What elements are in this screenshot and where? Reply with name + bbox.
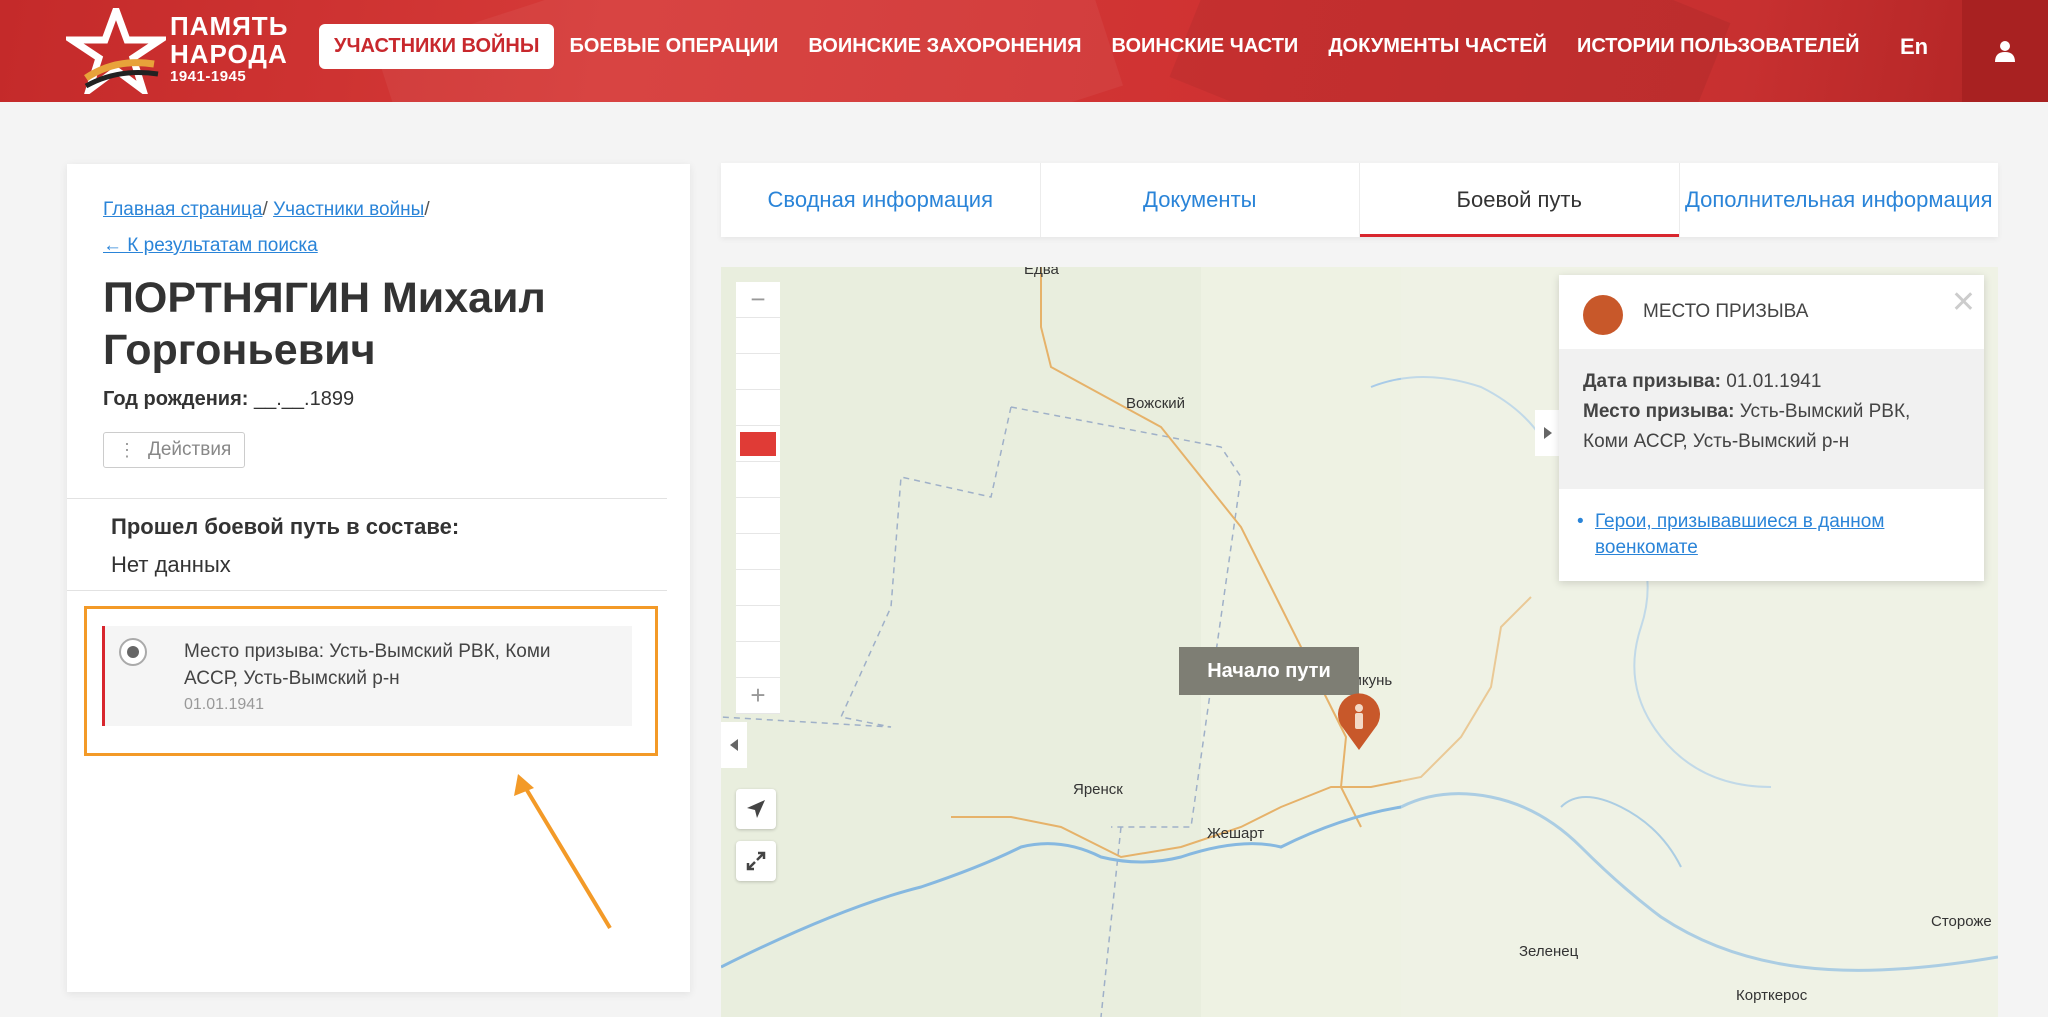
zoom-level-step[interactable] <box>736 498 780 534</box>
popup-header: МЕСТО ПРИЗЫВА ✕ <box>1559 275 1984 349</box>
heroes-same-commissariat-link[interactable]: Герои, призывавшиеся в данном военкомате <box>1595 509 1961 561</box>
town-label: Яренск <box>1073 781 1123 798</box>
user-icon <box>1995 41 2015 62</box>
chevron-right-icon <box>1544 427 1552 439</box>
collapse-popup-button[interactable] <box>1535 410 1561 456</box>
tab-additional-info[interactable]: Дополнительная информация <box>1680 163 1999 237</box>
divider <box>67 590 667 591</box>
zoom-out-button[interactable]: − <box>736 282 780 318</box>
path-start-label: Начало пути <box>1179 647 1359 695</box>
language-switch[interactable]: En <box>1900 34 1928 60</box>
map-marker-icon[interactable] <box>1335 690 1383 752</box>
zoom-level-step[interactable] <box>736 642 780 678</box>
back-to-results-link[interactable]: ← К результатам поиска <box>103 235 318 256</box>
nav-user-stories[interactable]: ИСТОРИИ ПОЛЬЗОВАТЕЛЕЙ <box>1562 24 1875 69</box>
zoom-level-step[interactable] <box>736 462 780 498</box>
breadcrumb-participants-link[interactable]: Участники войны <box>273 199 424 220</box>
expand-icon <box>746 851 766 871</box>
actions-label: Действия <box>148 439 232 460</box>
draft-place-row: Место призыва: Усть-Вымский РВК, Коми АС… <box>1583 397 1960 457</box>
combat-path-title: Прошел боевой путь в составе: <box>111 514 460 539</box>
birth-label: Год рождения: <box>103 388 249 410</box>
person-tabs: Сводная информация Документы Боевой путь… <box>721 163 1998 237</box>
combat-path-value: Нет данных <box>111 552 231 577</box>
popup-details: Дата призыва: 01.01.1941 Место призыва: … <box>1559 349 1984 489</box>
nav-units[interactable]: ВОИНСКИЕ ЧАСТИ <box>1097 24 1314 69</box>
fullscreen-button[interactable] <box>736 841 776 881</box>
town-label: Корткерос <box>1736 987 1808 1004</box>
zoom-control: − + <box>736 282 780 714</box>
town-label: Зеленец <box>1519 943 1579 960</box>
breadcrumb-separator: / <box>262 199 274 220</box>
zoom-in-button[interactable]: + <box>736 678 780 714</box>
kebab-menu-icon: ⋮ <box>118 439 136 460</box>
main-nav: УЧАСТНИКИ ВОЙНЫ БОЕВЫЕ ОПЕРАЦИИ ВОИНСКИЕ… <box>319 24 1875 69</box>
logo-text: ПАМЯТЬ НАРОДА <box>170 12 288 68</box>
divider <box>67 498 667 499</box>
soldier-icon <box>1583 295 1623 335</box>
zoom-level-step[interactable] <box>736 570 780 606</box>
birth-year: Год рождения: __.__.1899 <box>103 388 354 411</box>
annotation-arrow-icon <box>514 774 612 930</box>
logo-years: 1941-1945 <box>170 68 247 85</box>
event-date: 01.01.1941 <box>184 696 265 713</box>
zoom-level-step[interactable] <box>736 534 780 570</box>
user-account-button[interactable] <box>1962 0 2048 102</box>
locate-button[interactable] <box>736 789 776 829</box>
event-radio[interactable] <box>119 638 147 666</box>
birth-value: __.__.1899 <box>253 388 355 410</box>
logo-line1: ПАМЯТЬ <box>170 11 289 41</box>
actions-button[interactable]: ⋮ Действия <box>103 432 245 468</box>
zoom-level-step[interactable] <box>736 606 780 642</box>
town-label: Едва <box>1024 267 1059 278</box>
event-text: Место призыва: Усть-Вымский РВК, Коми АС… <box>184 641 551 689</box>
popup-links: • Герои, призывавшиеся в данном военкома… <box>1577 509 1961 561</box>
tab-documents[interactable]: Документы <box>1041 163 1360 237</box>
tab-combat-path[interactable]: Боевой путь <box>1360 163 1680 237</box>
zoom-level-step[interactable] <box>736 390 780 426</box>
nav-unit-documents[interactable]: ДОКУМЕНТЫ ЧАСТЕЙ <box>1313 24 1562 69</box>
nav-burials[interactable]: ВОИНСКИЕ ЗАХОРОНЕНИЯ <box>793 24 1096 69</box>
draft-date-value: 01.01.1941 <box>1726 371 1822 392</box>
close-icon[interactable]: ✕ <box>1951 285 1976 320</box>
place-info-popup: МЕСТО ПРИЗЫВА ✕ Дата призыва: 01.01.1941… <box>1559 275 1984 581</box>
draft-date-label: Дата призыва: <box>1583 371 1722 392</box>
path-event-item[interactable]: Место призыва: Усть-Вымский РВК, Коми АС… <box>102 626 632 726</box>
breadcrumb: Главная страница/ Участники войны/ ← К р… <box>103 192 430 264</box>
chevron-left-icon <box>730 739 738 751</box>
town-label: Вожский <box>1126 395 1186 412</box>
bullet: • <box>1577 511 1584 532</box>
breadcrumb-home-link[interactable]: Главная страница <box>103 199 263 220</box>
tab-summary[interactable]: Сводная информация <box>721 163 1041 237</box>
zoom-level-indicator[interactable] <box>736 426 780 462</box>
collapse-panel-button[interactable] <box>721 722 747 768</box>
nav-participants[interactable]: УЧАСТНИКИ ВОЙНЫ <box>319 24 555 69</box>
popup-title: МЕСТО ПРИЗЫВА <box>1643 301 1809 322</box>
nav-operations[interactable]: БОЕВЫЕ ОПЕРАЦИИ <box>554 24 793 69</box>
breadcrumb-separator: / <box>424 199 430 220</box>
town-label: Жешарт <box>1207 825 1265 842</box>
logo-line2: НАРОДА <box>170 39 288 69</box>
top-header: ПАМЯТЬ НАРОДА 1941-1945 УЧАСТНИКИ ВОЙНЫ … <box>0 0 2048 102</box>
town-label: Стороже <box>1931 913 1992 930</box>
person-name: ПОРТНЯГИН Михаил Горгоньевич <box>103 274 546 374</box>
zoom-level-step[interactable] <box>736 318 780 354</box>
navigation-arrow-icon <box>747 800 765 818</box>
zoom-level-step[interactable] <box>736 354 780 390</box>
draft-date-row: Дата призыва: 01.01.1941 <box>1583 367 1960 397</box>
draft-place-label: Место призыва: <box>1583 401 1735 422</box>
star-ribbon-logo-icon <box>60 0 172 100</box>
